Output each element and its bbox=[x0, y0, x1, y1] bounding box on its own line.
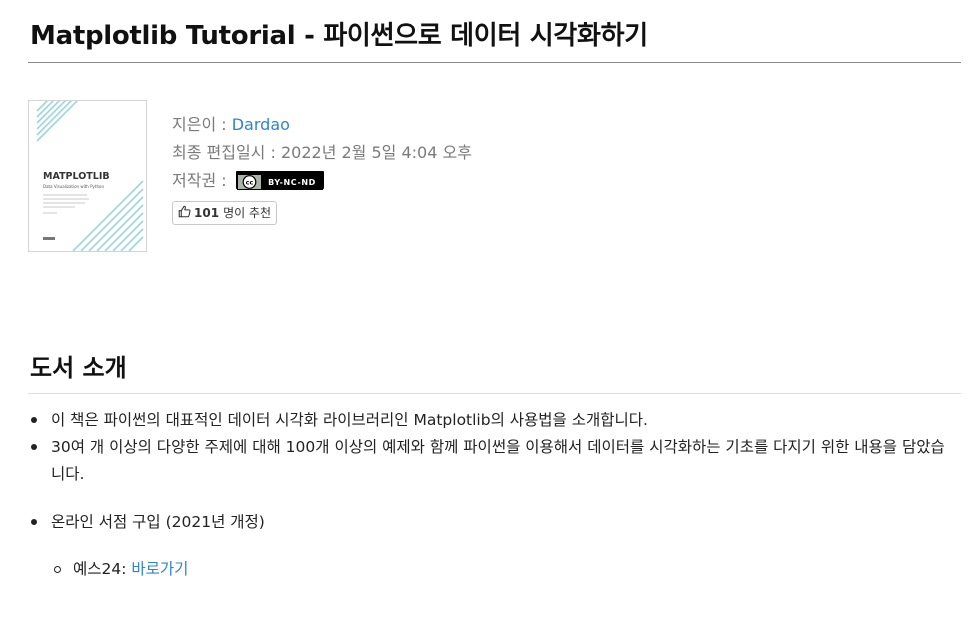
purchase-bullet: 온라인 서점 구입 (2021년 개정) bbox=[30, 509, 950, 536]
updated-row: 최종 편집일시 : 2022년 2월 5일 4:04 오후 bbox=[172, 140, 472, 168]
author-row: 지은이 : Dardao bbox=[172, 112, 472, 140]
book-cover-art: MATPLOTLIB Data Visualization with Pytho… bbox=[36, 101, 144, 251]
recommend-button[interactable]: 101 명이 추천 bbox=[172, 201, 278, 225]
cc-badge-cc-text: cc bbox=[245, 178, 253, 186]
intro-heading: 도서 소개 bbox=[30, 354, 127, 382]
updated-label: 최종 편집일시 : bbox=[172, 143, 281, 162]
book-cover-image[interactable]: MATPLOTLIB Data Visualization with Pytho… bbox=[28, 100, 147, 252]
page-title: Matplotlib Tutorial - 파이썬으로 데이터 시각화하기 bbox=[30, 21, 648, 51]
thumbs-up-icon bbox=[178, 203, 191, 225]
author-link[interactable]: Dardao bbox=[232, 115, 290, 134]
book-intro: 이 책은 파이썬의 대표적인 데이터 시각화 라이브러리인 Matplotlib… bbox=[30, 407, 950, 583]
book-meta: 지은이 : Dardao 최종 편집일시 : 2022년 2월 5일 4:04 … bbox=[172, 112, 472, 225]
recommend-label: 명이 추천 bbox=[223, 206, 272, 220]
license-label: 저작권 : bbox=[172, 171, 232, 190]
intro-bullet-2: 30여 개 이상의 다양한 주제에 대해 100개 이상의 예제와 함께 파이썬… bbox=[30, 434, 950, 488]
cc-license-icon: cc BY-NC-ND bbox=[236, 173, 323, 190]
updated-value: 2022년 2월 5일 4:04 오후 bbox=[280, 143, 472, 162]
intro-list: 이 책은 파이썬의 대표적인 데이터 시각화 라이브러리인 Matplotlib… bbox=[30, 407, 950, 536]
license-row: 저작권 : cc BY-NC-ND bbox=[172, 168, 472, 196]
title-divider bbox=[28, 62, 961, 63]
store-item: 예스24: 바로가기 bbox=[30, 556, 950, 583]
cover-logo-text: MATPLOTLIB bbox=[43, 171, 110, 182]
section-divider bbox=[28, 393, 961, 394]
cc-license-badge[interactable]: cc BY-NC-ND bbox=[235, 170, 324, 190]
recommend-count: 101 bbox=[194, 206, 220, 220]
author-label: 지은이 : bbox=[172, 115, 232, 134]
intro-bullet-1: 이 책은 파이썬의 대표적인 데이터 시각화 라이브러리인 Matplotlib… bbox=[30, 407, 950, 434]
cover-subtitle-text: Data Visualization with Python bbox=[43, 184, 104, 189]
yes24-link[interactable]: 바로가기 bbox=[131, 560, 188, 578]
store-label: 예스24: bbox=[73, 560, 132, 578]
cc-badge-terms-text: BY-NC-ND bbox=[268, 178, 316, 187]
